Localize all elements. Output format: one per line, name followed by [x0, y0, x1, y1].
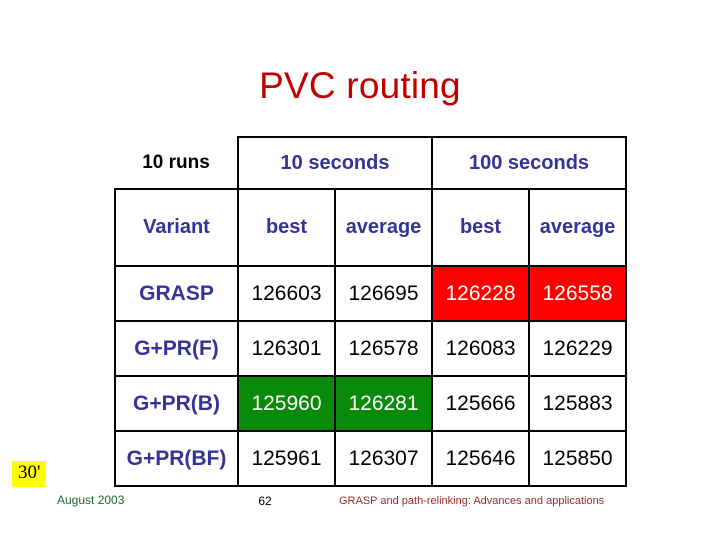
- group-header-10-seconds: 10 seconds: [236, 136, 434, 190]
- timing-annotation-badge: 30': [12, 461, 47, 487]
- table-row: G+PR(BF) 125961 126307 125646 125850: [114, 430, 628, 487]
- footer-page-number: 62: [258, 494, 272, 508]
- results-table-container: 10 runs 10 seconds 100 seconds Variant b…: [114, 136, 628, 487]
- cell-gpr-f-best-10s: 126301: [237, 320, 336, 377]
- row-label-gpr-b: G+PR(B): [114, 375, 239, 432]
- results-table: 10 runs 10 seconds 100 seconds Variant b…: [114, 136, 628, 487]
- cell-gpr-b-best-10s: 125960: [237, 375, 336, 432]
- row-label-grasp: GRASP: [114, 265, 239, 322]
- cell-grasp-average-100s: 126558: [528, 265, 628, 322]
- cell-gpr-f-average-10s: 126578: [333, 320, 434, 377]
- table-row: G+PR(B) 125960 126281 125666 125883: [114, 375, 628, 432]
- footer-reference: GRASP and path-relinking: Advances and a…: [339, 495, 605, 507]
- table-row: GRASP 126603 126695 126228 126558: [114, 265, 628, 322]
- table-row: G+PR(F) 126301 126578 126083 126229: [114, 320, 628, 377]
- group-header-100-seconds: 100 seconds: [431, 136, 628, 190]
- cell-gpr-bf-best-100s: 125646: [431, 430, 531, 487]
- page-title: PVC routing: [259, 65, 461, 106]
- cell-gpr-f-best-100s: 126083: [431, 320, 531, 377]
- table-header-group-row: 10 runs 10 seconds 100 seconds: [115, 136, 628, 190]
- cell-gpr-b-best-100s: 125666: [431, 375, 531, 432]
- column-header-average-100s: average: [528, 188, 628, 267]
- column-header-best-100s: best: [431, 188, 531, 267]
- column-header-variant: Variant: [114, 188, 239, 267]
- column-header-average-10s: average: [333, 188, 434, 267]
- cell-gpr-b-average-10s: 126281: [333, 375, 434, 432]
- cell-gpr-bf-average-100s: 125850: [528, 430, 628, 487]
- footer-date: August 2003: [57, 493, 125, 507]
- cell-grasp-average-10s: 126695: [333, 265, 434, 322]
- table-corner-label: 10 runs: [115, 137, 238, 189]
- row-label-gpr-bf: G+PR(BF): [114, 430, 239, 487]
- cell-gpr-b-average-100s: 125883: [528, 375, 628, 432]
- row-label-gpr-f: G+PR(F): [114, 320, 239, 377]
- cell-gpr-bf-average-10s: 126307: [333, 430, 434, 487]
- cell-grasp-best-10s: 126603: [237, 265, 336, 322]
- cell-gpr-bf-best-10s: 125961: [237, 430, 336, 487]
- column-header-best-10s: best: [237, 188, 336, 267]
- table-header-row: Variant best average best average: [114, 188, 628, 267]
- cell-grasp-best-100s: 126228: [431, 265, 531, 322]
- cell-gpr-f-average-100s: 126229: [528, 320, 628, 377]
- slide-canvas: PVC routing 10 runs 10 seconds 100 secon…: [0, 0, 720, 540]
